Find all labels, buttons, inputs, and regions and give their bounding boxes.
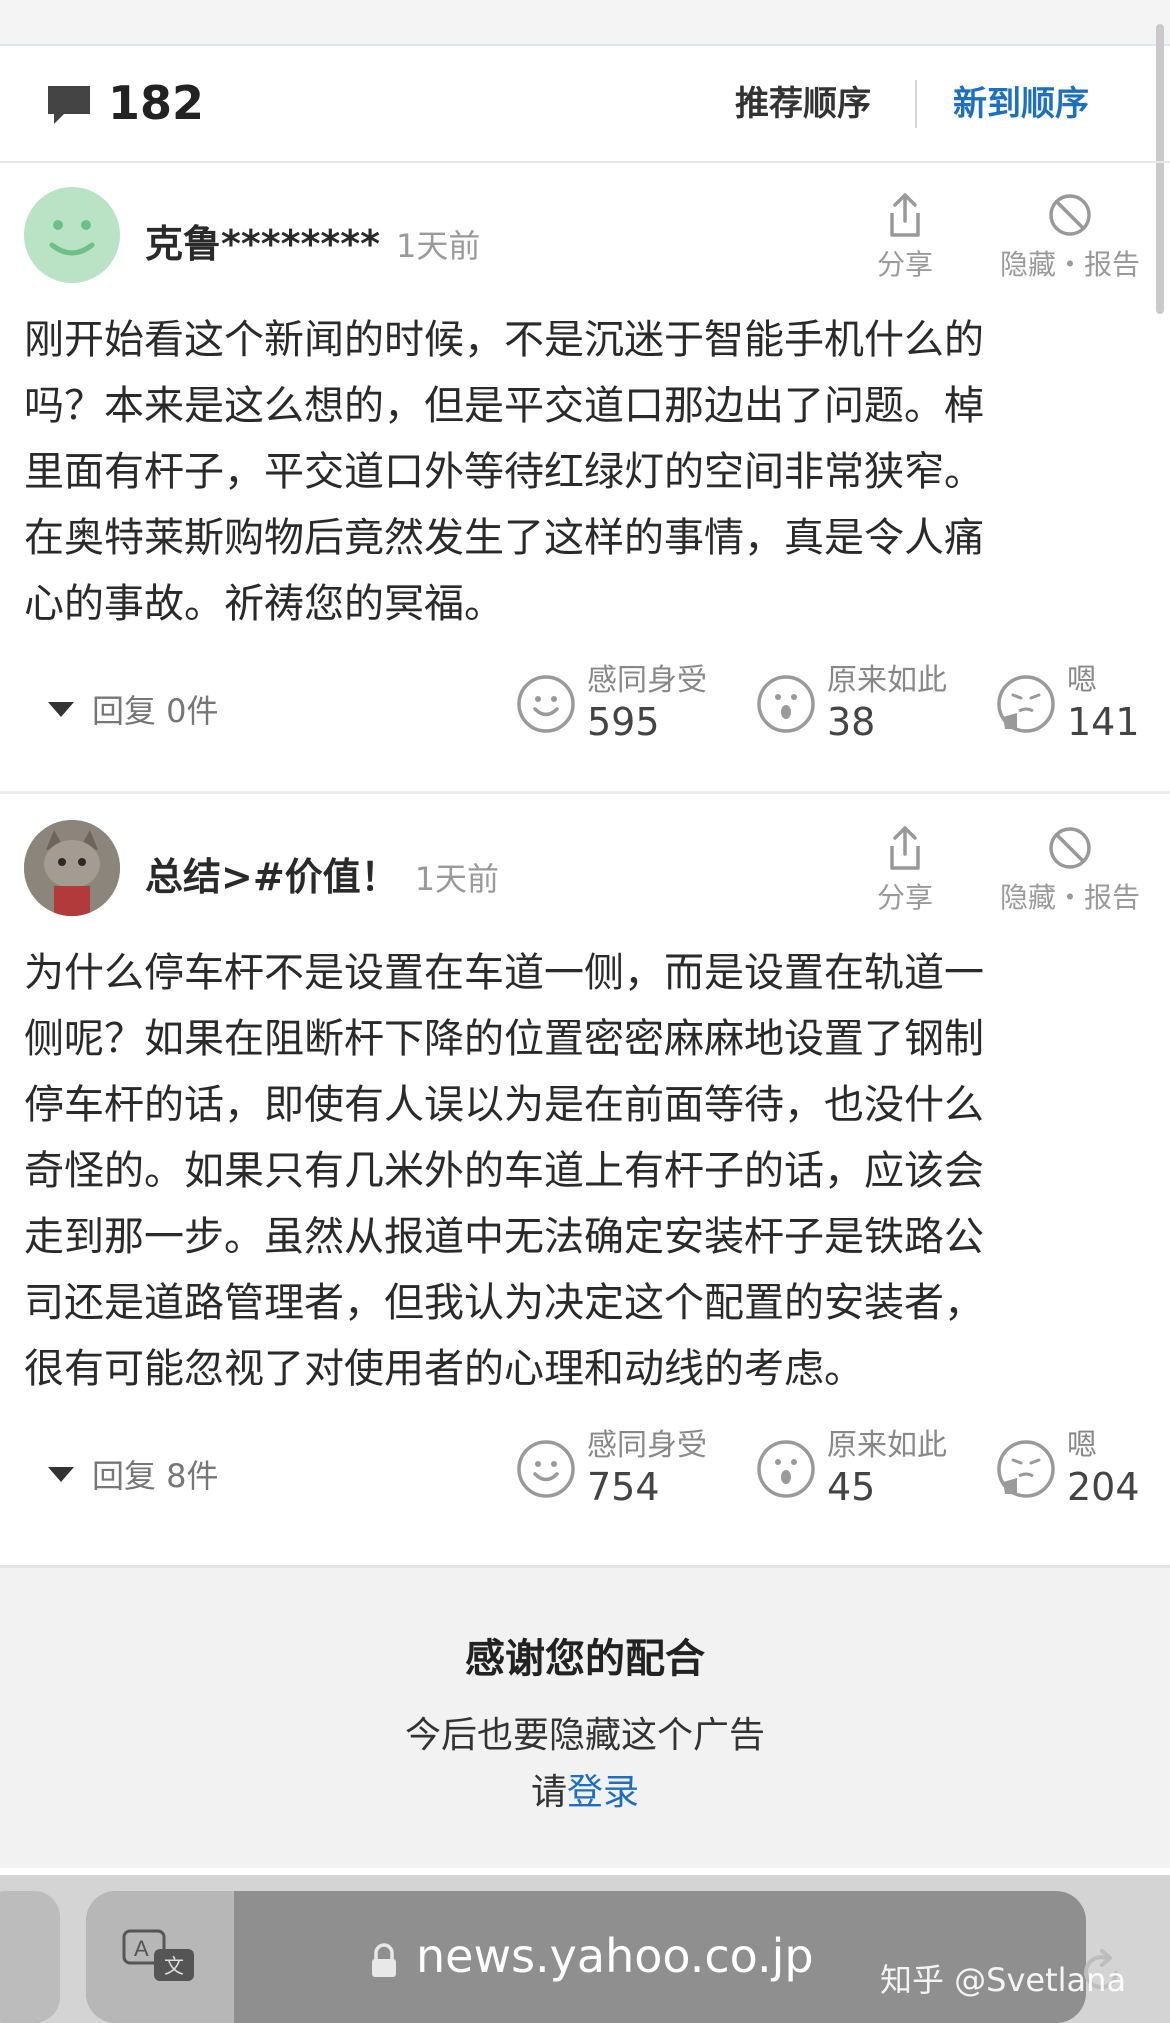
share-button[interactable]: 分享: [870, 191, 940, 283]
reaction-empathy[interactable]: 感同身受 754: [515, 1428, 707, 1510]
reply-toggle[interactable]: 回复 0件: [48, 686, 219, 732]
hide-report-button[interactable]: 隐藏・报告: [995, 824, 1145, 916]
share-icon: [890, 826, 920, 870]
comment-time: 1天前: [414, 860, 500, 898]
reaction-count: 204: [1067, 1465, 1140, 1509]
comment-count: 182: [108, 76, 205, 130]
reply-count-label: 回复 0件: [92, 692, 219, 730]
reply-count-label: 回复 8件: [92, 1457, 219, 1495]
block-icon: [1049, 194, 1091, 236]
reaction-insight[interactable]: 原来如此 45: [755, 1428, 947, 1510]
reaction-label: 感同身受: [587, 1428, 707, 1463]
svg-text:A: A: [134, 1936, 149, 1961]
comment-line: 心的事故。祈祷您的冥福。: [24, 581, 504, 627]
ad-notice-title: 感谢您的配合: [465, 1636, 705, 1682]
tabs-button[interactable]: [0, 1891, 60, 2023]
username-text: 总结>#价值！: [145, 855, 399, 899]
reaction-count: 754: [587, 1465, 660, 1509]
reaction-count: 45: [827, 1465, 876, 1509]
translate-icon: A 文: [122, 1929, 194, 1981]
reaction-empathy[interactable]: 感同身受 595: [515, 663, 707, 745]
reaction-label: 嗯: [1067, 1428, 1097, 1463]
reaction-label: 原来如此: [827, 1428, 947, 1463]
top-strip: [0, 0, 1170, 46]
share-label: 分享: [876, 248, 933, 281]
reaction-hmm[interactable]: 嗯 204: [995, 1428, 1140, 1510]
comment-line: 侧呢？如果在阻断杆下降的位置密密麻麻地设置了钢制: [24, 1016, 984, 1062]
comment-line: 走到那一步。虽然从报道中无法确定安装杆子是铁路公: [24, 1214, 984, 1260]
smile-face-icon: [517, 675, 575, 733]
triangle-down-icon: [48, 1466, 74, 1482]
hide-report-label: 隐藏・报告: [999, 881, 1140, 914]
reply-toggle[interactable]: 回复 8件: [48, 1451, 219, 1497]
sort-newest-tab[interactable]: 新到顺序: [953, 76, 1089, 125]
reaction-insight[interactable]: 原来如此 38: [755, 663, 947, 745]
comment-line: 奇怪的。如果只有几米外的车道上有杆子的话，应该会: [24, 1148, 984, 1194]
translate-button[interactable]: A 文: [86, 1891, 234, 2023]
comment-card: 克鲁******** 1天前 分享 隐藏・报告 刚开始看这个新闻的时候，不是沉迷于…: [0, 161, 1170, 791]
comment-line: 司还是道路管理者，但我认为决定这个配置的安装者，: [24, 1280, 984, 1326]
block-icon: [1049, 827, 1091, 869]
sort-recommended-tab[interactable]: 推荐顺序: [735, 76, 871, 125]
reaction-label: 感同身受: [587, 663, 707, 698]
comment-time: 1天前: [395, 227, 481, 265]
svg-text:文: 文: [164, 1954, 184, 1978]
comment-card: 总结>#价值！ 1天前 分享 隐藏・报告 为什么停车杆不是设置在车道一侧，而是设置…: [0, 794, 1170, 1562]
reaction-label: 原来如此: [827, 663, 947, 698]
watermark-text: 知乎 @Svetlana: [880, 1961, 1127, 1999]
smiley-avatar-icon: [49, 220, 95, 256]
comment-line: 停车杆的话，即使有人误以为是在前面等待，也没什么: [24, 1082, 984, 1128]
hide-report-label: 隐藏・报告: [999, 248, 1140, 281]
comment-line: 刚开始看这个新闻的时候，不是沉迷于智能手机什么的: [24, 317, 984, 363]
login-prefix: 请: [530, 1772, 567, 1813]
ad-notice-login: 请登录: [0, 1763, 1170, 1815]
cat-avatar-icon: [24, 820, 120, 916]
smile-face-icon: [517, 1440, 575, 1498]
comment-body: 为什么停车杆不是设置在车道一侧，而是设置在轨道一 侧呢？如果在阻断杆下降的位置密…: [24, 940, 1144, 1402]
share-icon: [890, 193, 920, 237]
ad-hidden-notice: 感谢您的配合 今后也要隐藏这个广告 请登录: [0, 1565, 1170, 1868]
avatar[interactable]: [24, 820, 120, 916]
comment-line: 吗？本来是这么想的，但是平交道口那边出了问题。棹: [24, 383, 984, 429]
login-link[interactable]: 登录: [567, 1772, 639, 1813]
sort-divider: [915, 80, 917, 128]
username-text: 克鲁********: [145, 222, 380, 266]
comment-line: 在奥特莱斯购物后竟然发生了这样的事情，真是令人痛: [24, 515, 984, 561]
share-label: 分享: [876, 881, 933, 914]
comment-bubble-icon: [48, 86, 90, 124]
comment-body: 刚开始看这个新闻的时候，不是沉迷于智能手机什么的 吗？本来是这么想的，但是平交道…: [24, 307, 1144, 637]
surprised-face-icon: [757, 675, 815, 733]
avatar[interactable]: [24, 187, 120, 283]
reaction-count: 141: [1067, 700, 1140, 744]
reaction-label: 嗯: [1067, 663, 1097, 698]
triangle-down-icon: [48, 701, 74, 717]
reaction-count: 595: [587, 700, 660, 744]
surprised-face-icon: [757, 1440, 815, 1498]
reaction-count: 38: [827, 700, 876, 744]
hide-report-button[interactable]: 隐藏・报告: [995, 191, 1145, 283]
comment-line: 为什么停车杆不是设置在车道一侧，而是设置在轨道一: [24, 950, 984, 996]
comment-line: 很有可能忽视了对使用者的心理和动线的考虑。: [24, 1346, 864, 1392]
ad-notice-subtitle: 今后也要隐藏这个广告: [404, 1715, 765, 1756]
thinking-face-icon: [997, 675, 1055, 733]
url-host: news.yahoo.co.jp: [416, 1929, 814, 1983]
comment-username[interactable]: 克鲁******** 1天前: [145, 213, 480, 268]
share-button[interactable]: 分享: [870, 824, 940, 916]
thinking-face-icon: [997, 1440, 1055, 1498]
comment-username[interactable]: 总结>#价值！ 1天前: [145, 846, 499, 901]
comments-header: 182 推荐顺序 新到顺序: [0, 46, 1170, 163]
comment-line: 里面有杆子，平交道口外等待红绿灯的空间非常狭窄。: [24, 449, 984, 495]
lock-icon: [372, 1943, 396, 1977]
reaction-hmm[interactable]: 嗯 141: [995, 663, 1140, 745]
